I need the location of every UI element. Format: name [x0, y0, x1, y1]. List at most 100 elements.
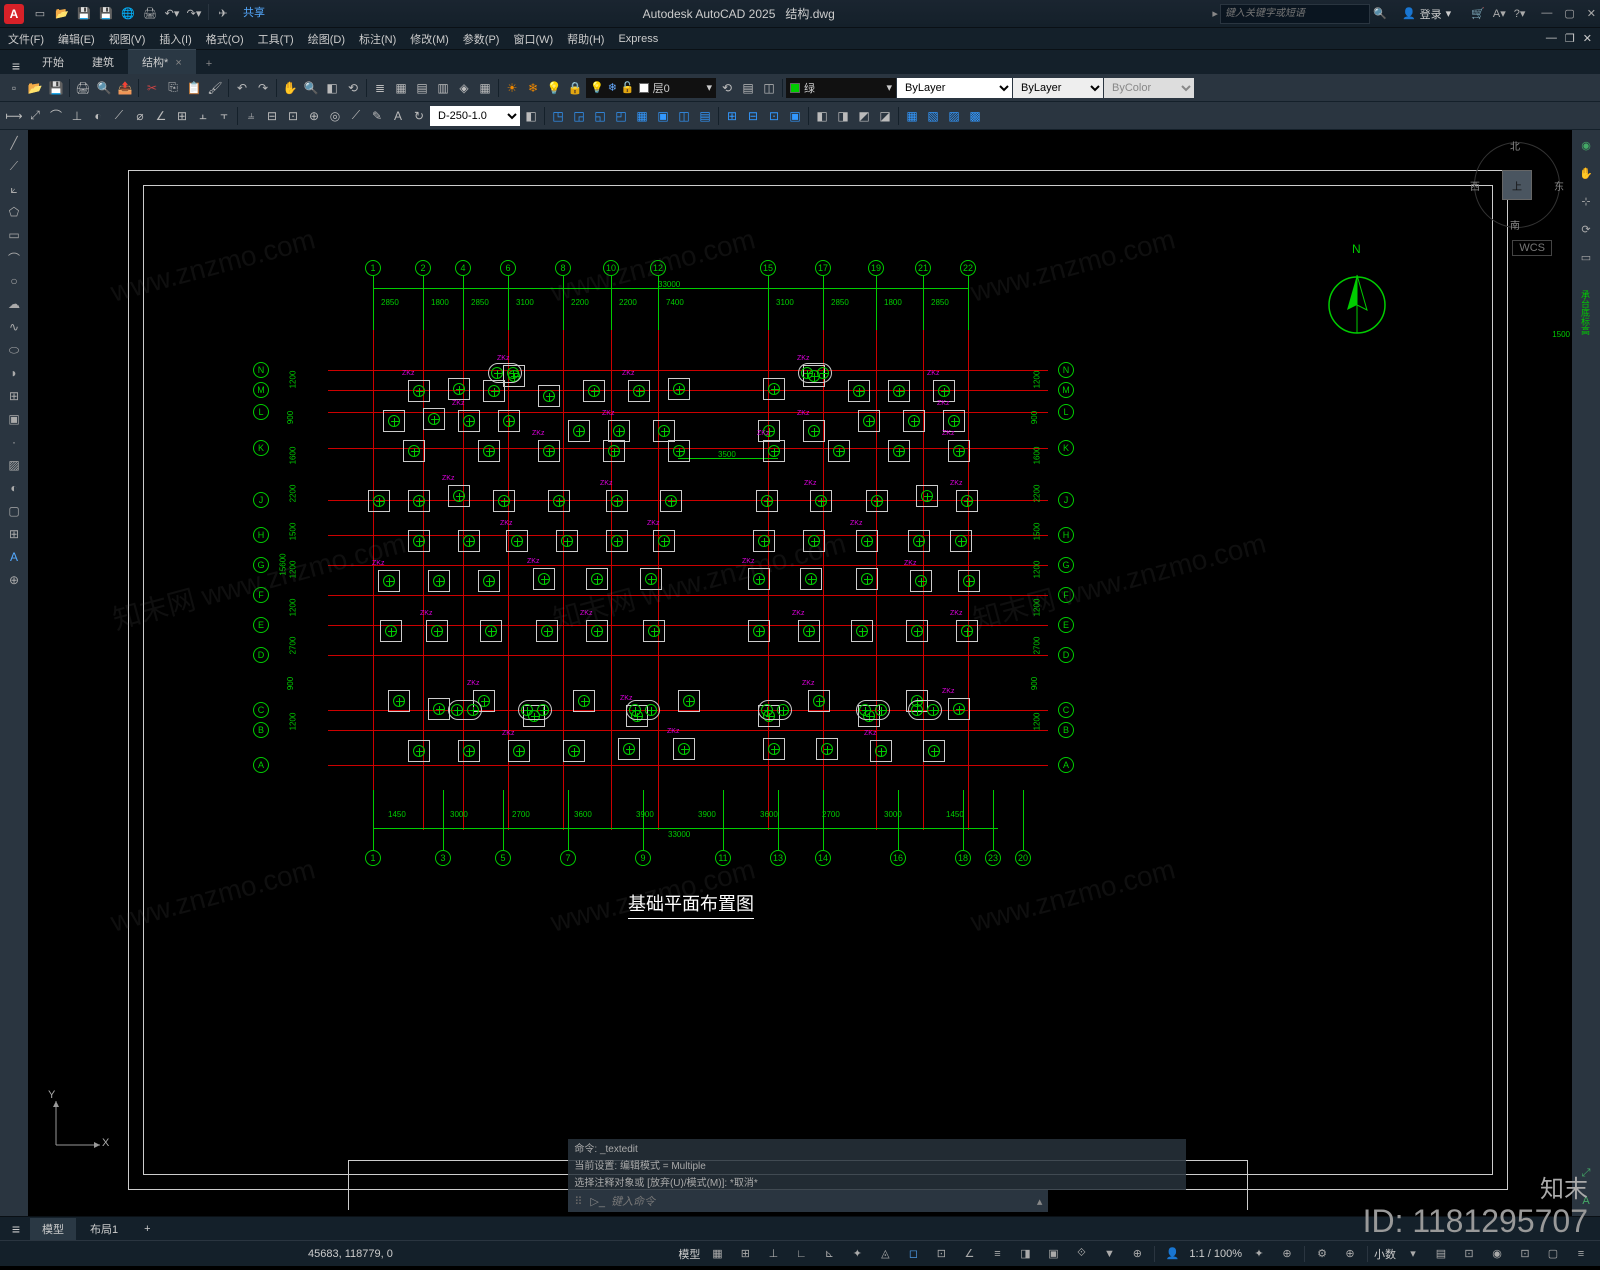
- qp-icon[interactable]: ▤: [1430, 1244, 1452, 1264]
- point ump-icon[interactable]: ·: [2, 431, 26, 453]
- menu-help[interactable]: 帮助(H): [567, 31, 604, 47]
- dimupdate-icon[interactable]: ↻: [409, 106, 429, 126]
- scale-display[interactable]: 1:1 / 100%: [1189, 1248, 1242, 1260]
- undo2-icon[interactable]: ↶: [232, 78, 252, 98]
- arc-icon[interactable]: ⌒: [2, 247, 26, 269]
- dimstyle-dropdown[interactable]: D-250-1.0: [430, 106, 520, 126]
- dim-aligned-icon[interactable]: ⤢: [25, 106, 45, 126]
- pan2-icon[interactable]: ✋: [1575, 162, 1597, 184]
- xref2-icon[interactable]: ◨: [833, 106, 853, 126]
- layer-prev-icon[interactable]: ⟲: [717, 78, 737, 98]
- help-icon[interactable]: ?▾: [1514, 7, 1526, 20]
- line-icon[interactable]: ╱: [2, 132, 26, 154]
- monitor-icon[interactable]: ⊕: [1339, 1244, 1361, 1264]
- props-icon[interactable]: ≣: [370, 78, 390, 98]
- preview-btn-icon[interactable]: 🔍: [94, 78, 114, 98]
- blk2-icon[interactable]: ▧: [923, 106, 943, 126]
- redo-icon[interactable]: ↷▾: [184, 4, 204, 24]
- tab-start[interactable]: 开始: [28, 50, 78, 74]
- menu-insert[interactable]: 插入(I): [159, 31, 191, 47]
- dducs-icon[interactable]: ⟐: [1070, 1244, 1092, 1264]
- orbit-icon[interactable]: ⟳: [1575, 218, 1597, 240]
- units-btn-icon[interactable]: ▾: [1402, 1244, 1424, 1264]
- web-icon[interactable]: 🌐: [118, 4, 138, 24]
- ws-icon[interactable]: ⚙: [1311, 1244, 1333, 1264]
- grid-icon[interactable]: ▦: [706, 1244, 728, 1264]
- menu-file[interactable]: 文件(F): [8, 31, 44, 47]
- mtext-icon[interactable]: A: [2, 546, 26, 568]
- mod8-icon[interactable]: ▤: [695, 106, 715, 126]
- zoom-prev-icon[interactable]: ⟲: [343, 78, 363, 98]
- pline-icon[interactable]: ⟀: [2, 178, 26, 200]
- qcalc-icon[interactable]: ▦: [475, 78, 495, 98]
- layer-lock-icon[interactable]: 🔒: [565, 78, 585, 98]
- annovis-icon[interactable]: ✦: [1248, 1244, 1270, 1264]
- cart-icon[interactable]: 🛒: [1471, 7, 1485, 20]
- dimtedit-icon[interactable]: A: [388, 106, 408, 126]
- ellipsearc-icon[interactable]: ◗: [2, 362, 26, 384]
- hamburger-icon[interactable]: ≡: [4, 58, 28, 74]
- jogline-icon[interactable]: ⟋: [346, 106, 366, 126]
- print-btn-icon[interactable]: 🖨: [73, 78, 93, 98]
- tol-icon[interactable]: ⊡: [283, 106, 303, 126]
- open-btn-icon[interactable]: 📂: [25, 78, 45, 98]
- annoscale-icon[interactable]: 👤: [1161, 1244, 1183, 1264]
- tab-add-icon[interactable]: +: [196, 54, 222, 74]
- menu-edit[interactable]: 编辑(E): [58, 31, 95, 47]
- revcloud-icon[interactable]: ☁: [2, 293, 26, 315]
- menu-view[interactable]: 视图(V): [109, 31, 146, 47]
- sheetset-icon[interactable]: ▥: [433, 78, 453, 98]
- mod7-icon[interactable]: ◫: [674, 106, 694, 126]
- dim-base-icon[interactable]: ⫠: [193, 106, 213, 126]
- dim-quick-icon[interactable]: ⊞: [172, 106, 192, 126]
- selfilter-icon[interactable]: ▼: [1098, 1244, 1120, 1264]
- menu-draw[interactable]: 绘图(D): [308, 31, 345, 47]
- iso-icon[interactable]: ◬: [874, 1244, 896, 1264]
- ellipse-icon[interactable]: ⬭: [2, 339, 26, 361]
- menu-express[interactable]: Express: [618, 33, 658, 45]
- clean-icon[interactable]: ▢: [1542, 1244, 1564, 1264]
- addsel-icon[interactable]: ⊕: [2, 569, 26, 591]
- polygon-icon[interactable]: ⬠: [2, 201, 26, 223]
- share-label[interactable]: 共享: [243, 4, 265, 24]
- zoom-ext-icon[interactable]: ⊹: [1575, 190, 1597, 212]
- rect-icon[interactable]: ▭: [2, 224, 26, 246]
- save-btn-icon[interactable]: 💾: [46, 78, 66, 98]
- dimedit-icon[interactable]: ✎: [367, 106, 387, 126]
- layer-dropdown[interactable]: 💡❄🔓 层0 ▾: [586, 78, 716, 98]
- search-input[interactable]: [1220, 4, 1370, 24]
- iso-obj-icon[interactable]: ◉: [1486, 1244, 1508, 1264]
- region-icon[interactable]: ▢: [2, 500, 26, 522]
- layer-off-icon[interactable]: 💡: [544, 78, 564, 98]
- spline-icon[interactable]: ∿: [2, 316, 26, 338]
- plotstyle-dropdown[interactable]: ByColor: [1104, 78, 1194, 98]
- modelspace-button[interactable]: 模型: [678, 1246, 700, 1262]
- doc-minimize-icon[interactable]: —: [1546, 32, 1557, 45]
- dim-rad-icon[interactable]: ◐: [88, 106, 108, 126]
- blk3-icon[interactable]: ▨: [944, 106, 964, 126]
- dynamic-icon[interactable]: ∟: [790, 1244, 812, 1264]
- layer-mgr-icon[interactable]: ☀: [502, 78, 522, 98]
- dim-cont-icon[interactable]: ⫟: [214, 106, 234, 126]
- dcenter-icon[interactable]: ▦: [391, 78, 411, 98]
- layer-iso-icon[interactable]: ◫: [759, 78, 779, 98]
- blk4-icon[interactable]: ▩: [965, 106, 985, 126]
- toolpal-icon[interactable]: ▤: [412, 78, 432, 98]
- markup-icon[interactable]: ◈: [454, 78, 474, 98]
- tab-model[interactable]: 模型: [30, 1218, 76, 1240]
- ortho-icon[interactable]: ⊾: [818, 1244, 840, 1264]
- app-logo[interactable]: A: [4, 4, 24, 24]
- circle-icon[interactable]: ○: [2, 270, 26, 292]
- hw-icon[interactable]: ⊡: [1514, 1244, 1536, 1264]
- match-btn-icon[interactable]: 🖌: [205, 78, 225, 98]
- color-dropdown[interactable]: 绿▾: [786, 78, 896, 98]
- plot-icon[interactable]: 🖨: [140, 4, 160, 24]
- minimize-icon[interactable]: —: [1541, 7, 1552, 20]
- gradient-icon[interactable]: ◐: [2, 477, 26, 499]
- table-icon[interactable]: ⊞: [2, 523, 26, 545]
- 3dosnap-icon[interactable]: ⊡: [930, 1244, 952, 1264]
- grp3-icon[interactable]: ⊡: [764, 106, 784, 126]
- xline-icon[interactable]: ⟋: [2, 155, 26, 177]
- paste-btn-icon[interactable]: 📋: [184, 78, 204, 98]
- login-button[interactable]: 👤登录▾: [1402, 6, 1451, 22]
